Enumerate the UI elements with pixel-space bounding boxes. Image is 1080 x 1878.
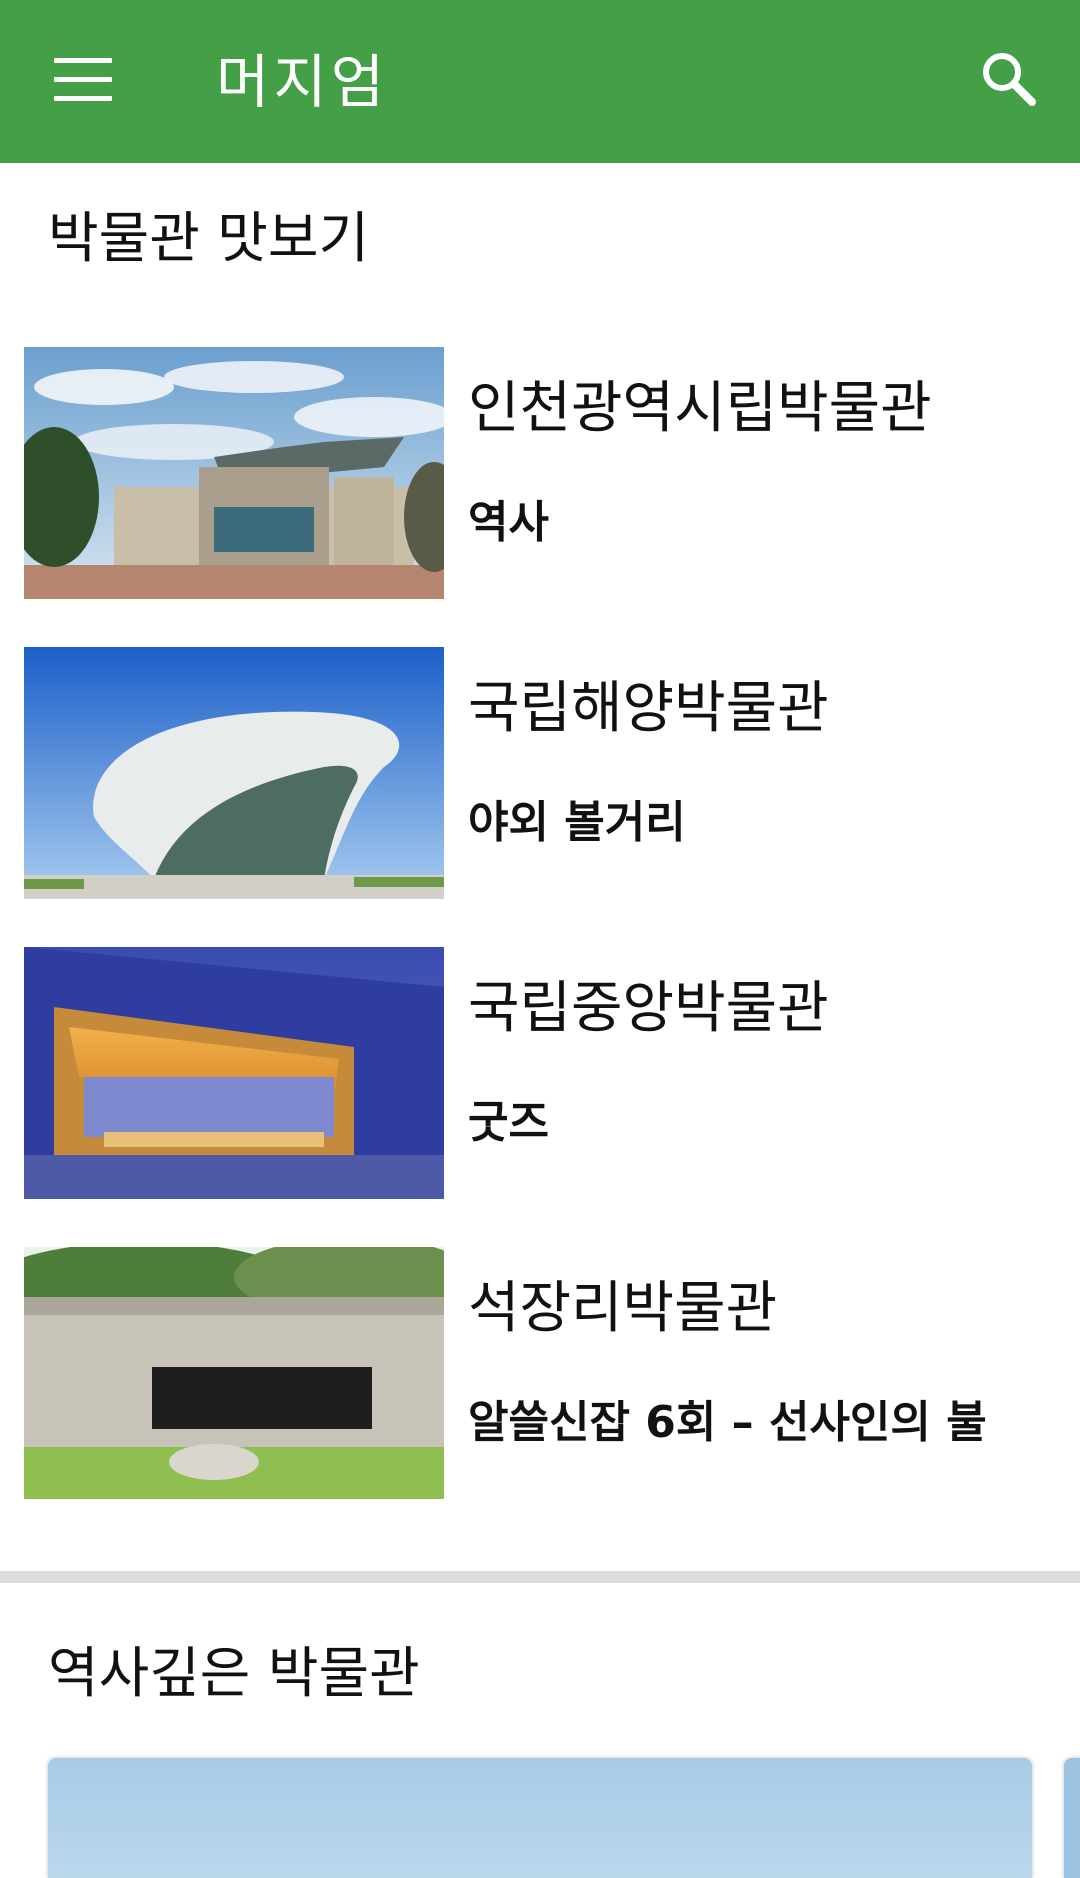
section-divider [0,1571,1080,1583]
museum-subtitle: 굿즈 [468,1097,549,1148]
museum-card-national[interactable]: 국립중앙박물관 굿즈 [0,923,1080,1223]
app-title: 머지엄 [216,48,389,116]
museum-card-seokjangni[interactable]: 석장리박물관 알쓸신잡 6회 – 선사인의 불 [0,1223,1080,1523]
historic-museum-card-next[interactable] [1064,1758,1080,1878]
museum-thumbnail [24,1247,444,1499]
museum-name: 국립중앙박물관 [468,976,829,1041]
museum-thumbnail [24,347,444,599]
museum-name: 인천광역시립박물관 [468,376,932,441]
section-title-historic: 역사깊은 박물관 [48,1641,420,1705]
section-title-preview: 박물관 맛보기 [48,206,370,270]
app-bar: 머지엄 [0,0,1080,163]
museum-name: 국립해양박물관 [468,676,829,741]
hamburger-menu-icon[interactable] [54,58,112,102]
museum-subtitle: 역사 [468,497,549,548]
museum-card-incheon[interactable]: 인천광역시립박물관 역사 [0,323,1080,623]
museum-subtitle: 알쓸신잡 6회 – 선사인의 불 [468,1397,987,1448]
museum-card-maritime[interactable]: 국립해양박물관 야외 볼거리 [0,623,1080,923]
museum-thumbnail [24,947,444,1199]
historic-museum-card[interactable] [48,1758,1032,1878]
museum-name: 석장리박물관 [468,1276,778,1341]
search-icon[interactable] [980,50,1036,106]
museum-subtitle: 야외 볼거리 [468,797,686,848]
museum-thumbnail [24,647,444,899]
